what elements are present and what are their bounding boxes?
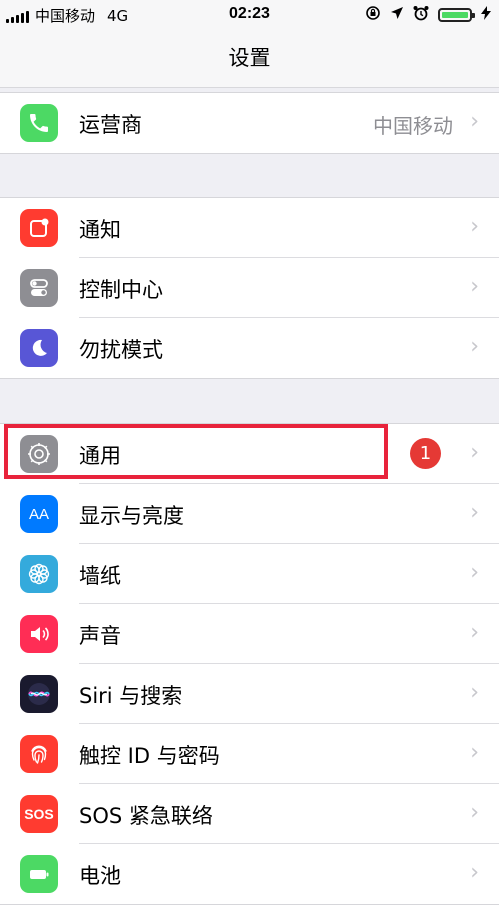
settings-row-label: 显示与亮度	[79, 504, 184, 528]
status-right	[365, 5, 491, 25]
settings-row-label: 电池	[79, 864, 121, 888]
chevron-right-icon: ›	[470, 560, 479, 585]
settings-group-notifications: 通知 › 控制中心 › 勿扰模式 ›	[0, 197, 499, 379]
settings-row-label: Siri 与搜索	[79, 684, 183, 708]
battery-icon	[20, 855, 58, 893]
notifications-icon	[20, 209, 58, 247]
speaker-icon	[20, 615, 58, 653]
settings-row-label: 声音	[79, 624, 121, 648]
charging-icon	[481, 6, 491, 24]
settings-row-label: SOS 紧急联络	[79, 804, 213, 828]
sos-icon-text: SOS	[24, 806, 54, 822]
chevron-right-icon: ›	[470, 740, 479, 765]
settings-row-do-not-disturb[interactable]: 勿扰模式 ›	[0, 318, 499, 378]
status-bar: 中国移动 4G 02:23	[0, 0, 499, 30]
chevron-right-icon: ›	[470, 214, 479, 239]
moon-icon	[20, 329, 58, 367]
update-badge: 1	[410, 438, 441, 469]
settings-row-sos[interactable]: SOS SOS 紧急联络 ›	[0, 784, 499, 844]
settings-group-general: 通用 1 › AA 显示与亮度 › 墙纸 › 声音 › Siri 与搜索 › 触…	[0, 423, 499, 905]
phone-icon	[20, 104, 58, 142]
settings-group-carrier: 运营商 中国移动 ›	[0, 92, 499, 154]
settings-row-wallpaper[interactable]: 墙纸 ›	[0, 544, 499, 604]
control-center-icon	[20, 269, 58, 307]
settings-row-sounds[interactable]: 声音 ›	[0, 604, 499, 664]
chevron-right-icon: ›	[470, 274, 479, 299]
settings-row-label: 运营商	[79, 113, 142, 137]
sos-icon: SOS	[20, 795, 58, 833]
wallpaper-icon	[20, 555, 58, 593]
rotation-lock-icon	[365, 5, 381, 25]
settings-row-carrier[interactable]: 运营商 中国移动 ›	[0, 93, 499, 153]
settings-row-control-center[interactable]: 控制中心 ›	[0, 258, 499, 318]
settings-row-label: 控制中心	[79, 278, 163, 302]
chevron-right-icon: ›	[470, 800, 479, 825]
chevron-right-icon: ›	[470, 109, 479, 134]
siri-icon	[20, 675, 58, 713]
chevron-right-icon: ›	[470, 500, 479, 525]
settings-row-siri[interactable]: Siri 与搜索 ›	[0, 664, 499, 724]
fingerprint-icon	[20, 735, 58, 773]
settings-row-label: 墙纸	[79, 564, 121, 588]
chevron-right-icon: ›	[470, 440, 479, 465]
carrier-value: 中国移动	[373, 114, 453, 138]
chevron-right-icon: ›	[470, 334, 479, 359]
settings-row-display[interactable]: AA 显示与亮度 ›	[0, 484, 499, 544]
chevron-right-icon: ›	[470, 620, 479, 645]
chevron-right-icon: ›	[470, 680, 479, 705]
settings-row-label: 触控 ID 与密码	[79, 744, 220, 768]
display-icon: AA	[20, 495, 58, 533]
location-icon	[390, 6, 404, 24]
display-icon-text: AA	[28, 505, 49, 523]
nav-bar: 设置	[0, 30, 499, 88]
settings-row-touch-id[interactable]: 触控 ID 与密码 ›	[0, 724, 499, 784]
settings-row-notifications[interactable]: 通知 ›	[0, 198, 499, 258]
page-title: 设置	[228, 46, 271, 70]
highlight-box	[4, 424, 388, 479]
settings-row-battery[interactable]: 电池 ›	[0, 844, 499, 904]
alarm-icon	[413, 5, 429, 25]
battery-status-icon	[438, 8, 475, 22]
chevron-right-icon: ›	[470, 860, 479, 885]
settings-row-label: 勿扰模式	[79, 338, 163, 362]
settings-row-label: 通知	[79, 218, 121, 242]
